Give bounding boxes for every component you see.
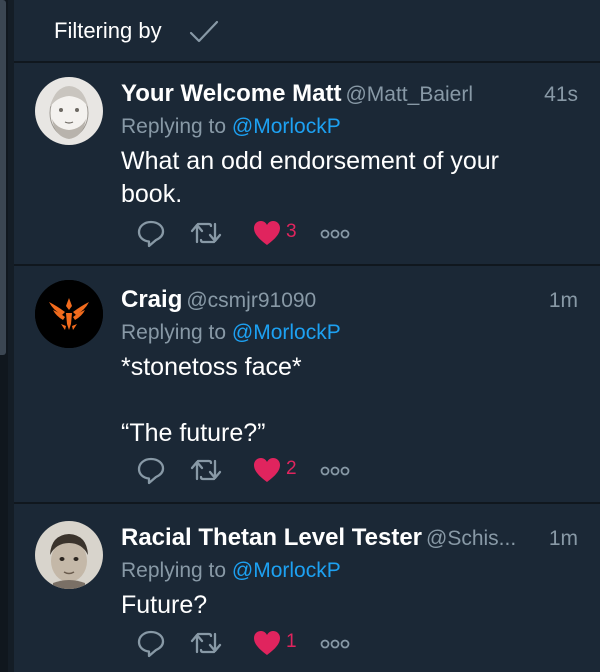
tweet-actions: 3 (121, 218, 361, 248)
retweet-icon[interactable] (189, 628, 223, 658)
phoenix-logo-icon (35, 280, 103, 348)
like-count: 3 (286, 221, 297, 242)
handle[interactable]: @csmjr91090 (186, 289, 316, 312)
more-icon[interactable] (319, 628, 351, 658)
reply-icon[interactable] (136, 455, 166, 485)
replying-to: Replying to @MorlockP (121, 559, 341, 583)
display-name[interactable]: Racial Thetan Level Tester (121, 524, 422, 551)
retweet-icon[interactable] (189, 218, 223, 248)
mention-link[interactable]: @MorlockP (232, 321, 341, 344)
like-count: 2 (286, 458, 297, 479)
replying-to: Replying to @MorlockP (121, 115, 341, 139)
like-count: 1 (286, 631, 297, 652)
mention-link[interactable]: @MorlockP (232, 559, 341, 582)
tweet-3[interactable]: Racial Thetan Level Tester @Schis... 1m R… (14, 504, 600, 672)
tweet-actions: 1 (121, 628, 361, 658)
more-icon[interactable] (319, 218, 351, 248)
more-icon[interactable] (319, 455, 351, 485)
tweet-2[interactable]: Craig @csmjr91090 1m Replying to @Morlock… (14, 266, 600, 504)
handle[interactable]: @Matt_Baierl (345, 83, 473, 106)
retweet-icon[interactable] (189, 455, 223, 485)
name-line: Craig @csmjr91090 (121, 286, 316, 314)
timestamp[interactable]: 41s (544, 83, 578, 107)
tweet-text: *stonetoss face* “The future?” (121, 353, 302, 447)
timestamp[interactable]: 1m (549, 289, 578, 313)
filter-label: Filtering by (54, 18, 162, 43)
heart-icon[interactable] (252, 218, 282, 248)
heart-icon[interactable] (252, 455, 282, 485)
checkmark-icon (189, 20, 219, 43)
display-name[interactable]: Craig (121, 286, 182, 313)
tweet-text: What an odd endorsement of your book. (121, 147, 500, 208)
heart-icon[interactable] (252, 628, 282, 658)
mention-link[interactable]: @MorlockP (232, 115, 341, 138)
scrollbar[interactable] (0, 0, 8, 672)
timestamp[interactable]: 1m (549, 527, 578, 551)
avatar-photo-image (35, 521, 103, 589)
display-name[interactable]: Your Welcome Matt (121, 80, 341, 107)
name-line: Racial Thetan Level Tester @Schis... (121, 524, 516, 552)
replying-to-label: Replying to (121, 559, 232, 582)
reply-icon[interactable] (136, 218, 166, 248)
tweet-actions: 2 (121, 455, 361, 485)
avatar[interactable] (35, 521, 103, 589)
tweet-text: Future? (121, 591, 208, 619)
reply-icon[interactable] (136, 628, 166, 658)
avatar-sketch-image (35, 77, 103, 145)
name-line: Your Welcome Matt @Matt_Baierl (121, 80, 473, 108)
replying-to: Replying to @MorlockP (121, 321, 341, 345)
avatar[interactable] (35, 77, 103, 145)
filter-bar[interactable]: Filtering by (14, 0, 600, 63)
tweet-1[interactable]: Your Welcome Matt @Matt_Baierl 41s Replyi… (14, 63, 600, 266)
replying-to-label: Replying to (121, 115, 232, 138)
avatar[interactable] (35, 280, 103, 348)
replying-to-label: Replying to (121, 321, 232, 344)
scrollbar-thumb[interactable] (0, 0, 6, 355)
handle[interactable]: @Schis... (426, 527, 516, 550)
